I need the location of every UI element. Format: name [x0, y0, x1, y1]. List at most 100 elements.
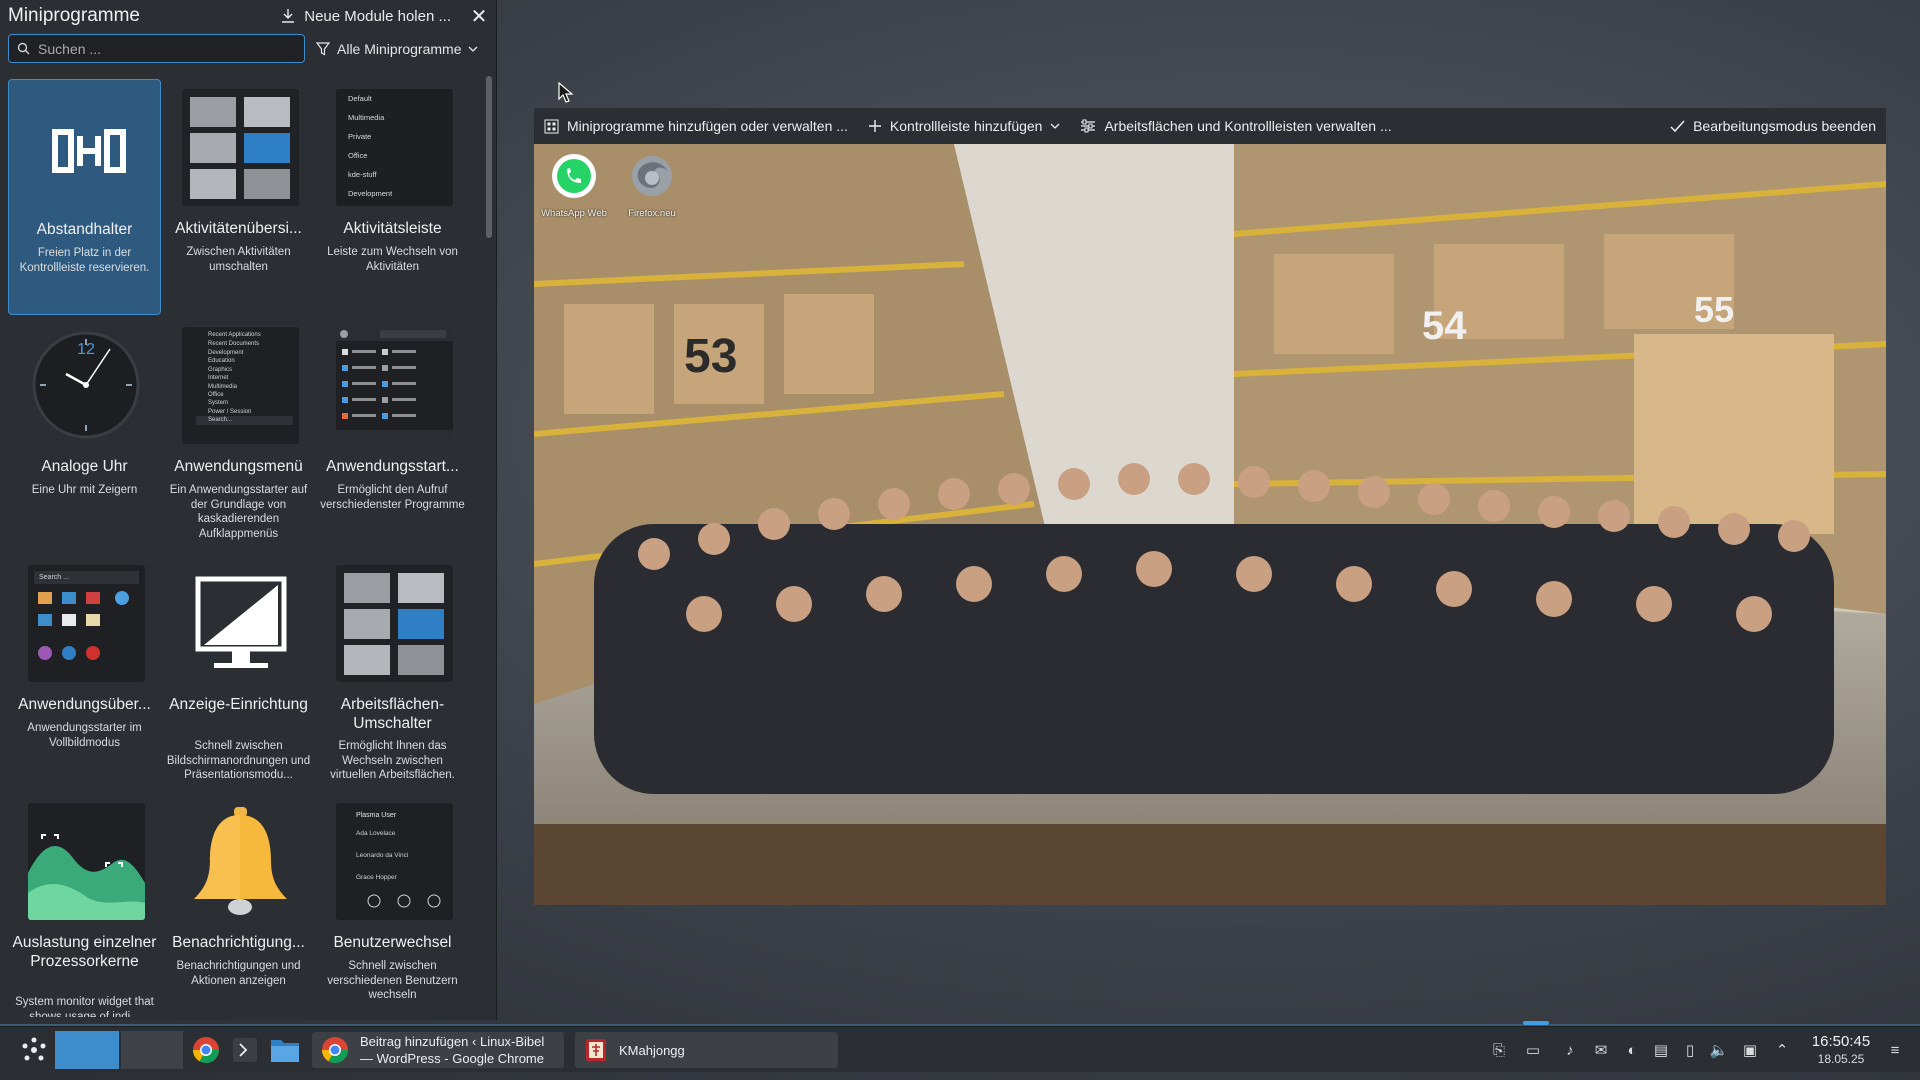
- application-launcher-button[interactable]: [14, 1027, 54, 1073]
- virtual-desktop-1[interactable]: [55, 1031, 119, 1069]
- add-widgets-button[interactable]: Miniprogramme hinzufügen oder verwalten …: [544, 118, 848, 134]
- widget-name: Anwendungsüber...: [18, 696, 151, 713]
- widget-description: Ermöglicht den Aufruf verschiedenster Pr…: [320, 484, 465, 511]
- notifications-icon[interactable]: ♪: [1560, 1040, 1580, 1060]
- panel-configure-icon[interactable]: ≡: [1885, 1040, 1905, 1060]
- app-menu-item: Multimedia: [208, 383, 238, 390]
- user-switch-item: Leonardo da Vinci: [356, 852, 409, 859]
- desktop-icon-whatsapp[interactable]: WhatsApp Web: [538, 152, 610, 219]
- search-field[interactable]: [8, 34, 305, 63]
- chevron-down-icon: [469, 46, 478, 52]
- spacer-icon: [52, 129, 126, 173]
- filter-icon: [316, 42, 330, 56]
- widget-preview: [182, 565, 299, 682]
- checkmark-icon: [1670, 119, 1685, 132]
- widget-preview: [182, 89, 299, 206]
- scrollbar-thumb[interactable]: [486, 76, 492, 238]
- app-menu-item: System: [208, 400, 229, 407]
- clock-time[interactable]: 16:50:45: [1803, 1033, 1879, 1050]
- network-icon[interactable]: ▣: [1740, 1040, 1760, 1060]
- widget-tile-activity-bar[interactable]: Default Multimedia Private Office kde-st…: [316, 79, 469, 315]
- app-menu-item: Power / Session: [208, 408, 252, 415]
- add-panel-button[interactable]: Kontrollleiste hinzufügen: [868, 118, 1061, 134]
- battery-icon[interactable]: ▯: [1680, 1040, 1700, 1060]
- widget-name: Benutzerwechsel: [333, 934, 452, 951]
- exit-edit-mode-label: Bearbeitungsmodus beenden: [1693, 118, 1876, 134]
- widget-tile-activities-overview[interactable]: Aktivitätenübersi... Zwischen Aktivitäte…: [162, 79, 315, 315]
- widget-description: Ein Anwendungsstarter auf der Grundlage …: [169, 484, 308, 540]
- cpu-graph-icon: [28, 834, 145, 920]
- virtual-desktop-2[interactable]: [121, 1031, 183, 1069]
- firefox-icon: [632, 156, 672, 196]
- get-new-widgets-button[interactable]: Neue Module holen ...: [280, 8, 451, 25]
- widget-preview: [336, 327, 453, 444]
- widget-preview: [182, 803, 299, 920]
- app-menu-item: Recent Documents: [208, 341, 260, 347]
- user-switch-item: Grace Hopper: [356, 874, 397, 881]
- app-menu-item: Internet: [208, 375, 229, 382]
- widget-name: Anzeige-Einrichtung: [169, 696, 308, 713]
- panel-edit-handle[interactable]: [1523, 1021, 1549, 1025]
- app-menu-item: Recent Applications: [208, 332, 261, 338]
- explorer-header: Miniprogramme Neue Module holen ... ✕: [0, 0, 497, 32]
- widget-preview: Default Multimedia Private Office kde-st…: [336, 89, 453, 206]
- aisle-number: 53: [684, 330, 738, 383]
- aisle-number: 55: [1694, 289, 1735, 330]
- widget-tile-application-menu[interactable]: Recent Applications Recent Documents Dev…: [162, 317, 315, 553]
- search-input[interactable]: [38, 40, 296, 57]
- close-icon[interactable]: ✕: [469, 4, 489, 29]
- session-buttons-icon: [367, 894, 441, 908]
- mail-icon[interactable]: ✉: [1591, 1040, 1611, 1060]
- widget-explorer-panel: Miniprogramme Neue Module holen ... ✕ Al…: [0, 0, 497, 1020]
- user-switch-item: Ada Lovelace: [356, 830, 396, 837]
- clipboard-icon[interactable]: ⎘: [1489, 1040, 1509, 1060]
- widget-name: Analoge Uhr: [41, 458, 128, 475]
- display-icon[interactable]: ▭: [1523, 1040, 1543, 1060]
- widget-tile-application-launcher[interactable]: Anwendungsstart... Ermöglicht den Aufruf…: [316, 317, 469, 553]
- widget-filter-dropdown[interactable]: Alle Miniprogramme: [316, 36, 478, 62]
- manage-desktops-button[interactable]: Arbeitsflächen und Kontrollleisten verwa…: [1080, 118, 1392, 134]
- dashboard-search: Search ...: [34, 571, 139, 584]
- clock-date[interactable]: 18.05.25: [1803, 1052, 1879, 1066]
- widget-tile-notifications[interactable]: Benachrichtigung... Benachrichtigungen u…: [162, 793, 315, 1017]
- widget-description: Eine Uhr mit Zeigern: [31, 484, 138, 496]
- widget-description: Freien Platz in der Kontrollleiste reser…: [19, 247, 150, 274]
- whatsapp-icon: [552, 154, 596, 198]
- chrome-launcher-button[interactable]: [186, 1027, 226, 1073]
- desktop-icon-firefox[interactable]: Firefox.neu: [616, 152, 688, 219]
- widget-name: Anwendungsstart...: [326, 458, 459, 475]
- volume-icon[interactable]: 🔈: [1709, 1040, 1729, 1060]
- vault-icon[interactable]: ◐: [1622, 1040, 1642, 1060]
- app-menu-item: Graphics: [208, 366, 233, 373]
- desktop-wallpaper[interactable]: 53 54 55 WhatsApp Web Firefox.neu: [534, 144, 1886, 905]
- widget-tile-per-core-cpu[interactable]: Auslastung einzelner Prozessorkerne Syst…: [8, 793, 161, 1017]
- clipboard-manager-icon[interactable]: ▤: [1651, 1040, 1671, 1060]
- kde-launcher-icon: [22, 1037, 46, 1061]
- file-manager-launcher-button[interactable]: [266, 1027, 304, 1073]
- widget-name: Benachrichtigung...: [172, 934, 305, 951]
- warehouse-photo: [534, 144, 1886, 905]
- task-kmahjongg-window[interactable]: KMahjongg: [575, 1032, 838, 1068]
- widget-name: Anwendungsmenü: [174, 458, 303, 475]
- widget-filter-label: Alle Miniprogramme: [337, 41, 462, 57]
- widget-description: Benachrichtigungen und Aktionen anzeigen: [176, 960, 301, 987]
- add-panel-label: Kontrollleiste hinzufügen: [889, 118, 1043, 134]
- widget-description: Anwendungsstarter im Vollbildmodus: [27, 722, 142, 749]
- pager-icon: [344, 573, 444, 675]
- task-chrome-window[interactable]: Beitrag hinzufügen ‹ Linux-Bibel — WordP…: [312, 1032, 564, 1068]
- aisle-number: 54: [1422, 304, 1467, 348]
- widget-description: Leiste zum Wechseln von Aktivitäten: [327, 246, 458, 273]
- widget-tile-display-configuration[interactable]: Anzeige-Einrichtung Schnell zwischen Bil…: [162, 555, 315, 791]
- widget-tile-pager[interactable]: Arbeitsflächen-Umschalter Ermöglicht Ihn…: [316, 555, 469, 791]
- manage-desktops-label: Arbeitsflächen und Kontrollleisten verwa…: [1104, 118, 1392, 134]
- widget-preview: [336, 565, 453, 682]
- widget-tile-application-dashboard[interactable]: Search ... Anwendungsüber... Anwendungss…: [8, 555, 161, 791]
- terminal-launcher-button[interactable]: [228, 1027, 262, 1073]
- kmahjongg-icon: [586, 1039, 606, 1061]
- widget-tile-spacer[interactable]: Abstandhalter Freien Platz in der Kontro…: [8, 79, 161, 315]
- chevron-up-icon[interactable]: ⌃: [1772, 1040, 1792, 1060]
- edit-mode-toolbar: Miniprogramme hinzufügen oder verwalten …: [534, 108, 1886, 144]
- widget-tile-analog-clock[interactable]: 12 Analoge Uhr Eine Uhr mit Zeigern: [8, 317, 161, 553]
- widget-tile-user-switcher[interactable]: Plasma User Ada Lovelace Leonardo da Vin…: [316, 793, 469, 1017]
- exit-edit-mode-button[interactable]: Bearbeitungsmodus beenden: [1670, 118, 1876, 134]
